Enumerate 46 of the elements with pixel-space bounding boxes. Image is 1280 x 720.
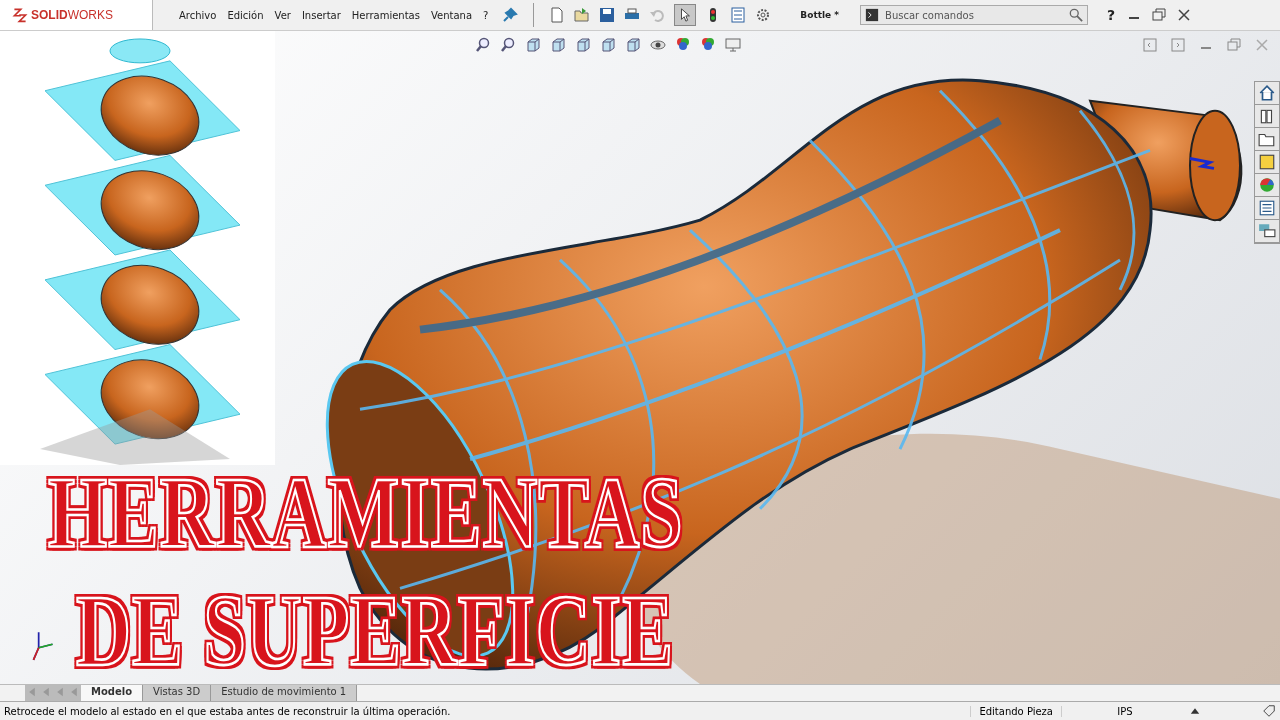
display-style-icon[interactable]: [625, 37, 641, 53]
menu-item[interactable]: ?: [482, 7, 490, 23]
search-icon[interactable]: [1069, 8, 1084, 22]
app-logo: SOLIDWORKS: [31, 8, 113, 22]
settings-icon[interactable]: [755, 7, 772, 23]
menu-item[interactable]: Ver: [273, 7, 292, 23]
help-button[interactable]: ?: [1105, 7, 1118, 23]
new-document-icon[interactable]: [549, 7, 566, 23]
search-bar[interactable]: Buscar comandos: [860, 5, 1089, 25]
dynamic-annotation-icon[interactable]: [575, 37, 591, 53]
home-icon[interactable]: [1255, 82, 1279, 105]
units-selector[interactable]: IPS: [1061, 705, 1188, 717]
tab[interactable]: Modelo: [81, 685, 144, 701]
hide-show-icon[interactable]: [650, 37, 666, 53]
title-text: HERRAMIENTAS: [48, 461, 684, 564]
chat-bubbles-icon[interactable]: [1255, 220, 1279, 243]
tab[interactable]: Vistas 3D: [143, 685, 212, 701]
search-field[interactable]: Buscar comandos: [883, 8, 1066, 22]
menu-item[interactable]: Edición: [226, 7, 265, 23]
menu-item[interactable]: Insertar: [300, 7, 342, 23]
status-mode: Editando Pieza: [970, 705, 1061, 717]
document-title: Bottle *: [800, 10, 840, 20]
menu-item[interactable]: Archivo: [178, 7, 218, 23]
books-icon[interactable]: [1255, 105, 1279, 128]
menu-item[interactable]: Ventana: [429, 7, 474, 23]
view-settings-icon[interactable]: [725, 37, 741, 53]
open-folder-icon[interactable]: [574, 7, 591, 23]
close-icon[interactable]: [1176, 7, 1193, 23]
folder-icon[interactable]: [1255, 128, 1279, 151]
list-icon[interactable]: [1255, 197, 1279, 220]
pin-icon[interactable]: [502, 7, 519, 23]
section-view-icon[interactable]: [550, 37, 566, 53]
status-message: Retrocede el modelo al estado en el que estaba antes de reconstruir la última operación.: [4, 705, 452, 717]
zoom-area-icon[interactable]: [500, 37, 516, 53]
command-prompt-icon: [865, 8, 880, 22]
menu-item[interactable]: Herramientas: [350, 7, 421, 23]
zoom-fit-icon[interactable]: [475, 37, 491, 53]
logo-icon: [12, 7, 28, 23]
edit-appearance-icon[interactable]: [675, 37, 691, 53]
rebuild-tag-icon[interactable]: [1262, 704, 1276, 718]
restore-icon[interactable]: [1151, 7, 1168, 23]
previous-view-icon[interactable]: [525, 37, 541, 53]
view-orientation-icon[interactable]: [600, 37, 616, 53]
tab[interactable]: Estudio de movimiento 1: [211, 685, 358, 701]
save-icon[interactable]: [599, 7, 616, 23]
apply-scene-icon[interactable]: [700, 37, 716, 53]
